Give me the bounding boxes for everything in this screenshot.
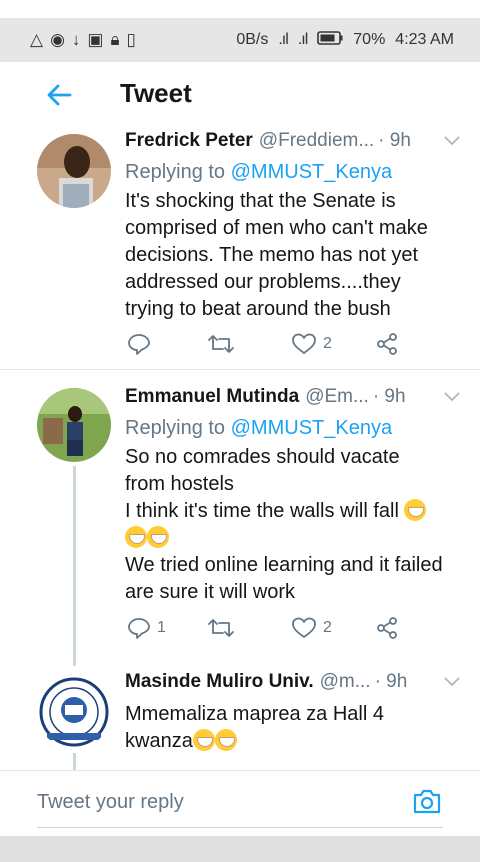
tweet-text: So no comrades should vacate from hostel…: [125, 444, 460, 606]
tweet-header: Fredrick Peter @Freddiem... · 9h: [125, 128, 460, 154]
page-title: Tweet: [120, 78, 192, 108]
grinning-sweat-emoji: [192, 729, 215, 751]
clock: 4:23 AM: [395, 31, 454, 48]
chevron-down-icon[interactable]: [444, 136, 460, 146]
signal-icon: .ıl: [278, 31, 289, 48]
tweet-text-part: Mmemaliza maprea za Hall 4 kwanza: [125, 703, 384, 752]
retweet-button[interactable]: [207, 616, 241, 640]
reply-button[interactable]: [127, 332, 157, 356]
author-handle: @Em...: [305, 386, 369, 407]
tweet-time: · 9h: [378, 130, 411, 151]
status-bar: △ ◉ ↓ ▣ 🔒︎ ▯ 0B/s .ıl .ıl 70% 4:23 AM: [0, 18, 480, 62]
lock-icon: 🔒︎: [110, 30, 121, 49]
camera-icon[interactable]: [412, 787, 442, 815]
network-speed: 0B/s: [236, 31, 269, 48]
grinning-sweat-emoji: [214, 729, 237, 751]
signal-3g-icon: .ıl: [297, 31, 309, 48]
back-arrow-icon[interactable]: [44, 80, 74, 110]
chevron-down-icon[interactable]: [444, 677, 460, 687]
share-button[interactable]: [375, 332, 399, 356]
battery-percent: 70%: [353, 31, 386, 48]
tweet-actions: 2: [125, 329, 405, 359]
grinning-sweat-emoji: [404, 499, 427, 521]
system-nav-bar: [0, 836, 480, 862]
grinning-sweat-emoji: [147, 526, 169, 548]
replying-to: Replying to @MMUST_Kenya: [125, 158, 460, 186]
tweet-item[interactable]: Masinde Muliro Univ. @m... · 9h Mmemaliz…: [0, 655, 480, 770]
author-handle: @Freddiem...: [258, 130, 375, 151]
status-icons: △ ◉ ↓ ▣ 🔒︎ ▯: [30, 30, 137, 50]
tweet-text: Mmemaliza maprea za Hall 4 kwanza: [125, 701, 460, 755]
author-name[interactable]: Fredrick Peter: [125, 130, 253, 152]
grinning-sweat-emoji: [125, 526, 147, 548]
avatar[interactable]: [37, 134, 111, 208]
replying-prefix: Replying to: [125, 417, 231, 439]
heart-icon: [292, 333, 316, 354]
heart-icon: [292, 617, 316, 638]
battery-saver-icon: ▯: [126, 30, 137, 49]
tweet-header: Emmanuel Mutinda @Em... · 9h: [125, 384, 460, 410]
thread-line: [73, 753, 76, 770]
share-button[interactable]: [375, 616, 399, 640]
share-icon: [377, 333, 397, 355]
avatar[interactable]: [37, 388, 111, 462]
reply-count: 1: [157, 619, 166, 636]
download-icon: ↓: [71, 30, 82, 49]
tweet-time: · 9h: [372, 386, 406, 407]
reply-composer: Tweet your reply: [0, 770, 480, 836]
chevron-down-icon[interactable]: [444, 392, 460, 402]
screenshot-icon: ▣: [87, 30, 105, 49]
like-button[interactable]: 2: [291, 616, 332, 640]
tweet-item[interactable]: Emmanuel Mutinda @Em... · 9h Replying to…: [0, 370, 480, 666]
like-button[interactable]: 2: [291, 332, 332, 356]
retweet-icon: [208, 619, 234, 637]
tweet-text-part: We tried online learning and it failed a…: [125, 554, 443, 603]
author-handle: @m...: [319, 671, 371, 692]
like-count: 2: [323, 335, 332, 352]
warning-icon: △: [30, 30, 45, 49]
avatar[interactable]: [37, 675, 111, 749]
vpn-icon: ◉: [50, 30, 66, 49]
thread-line: [73, 466, 76, 666]
replying-to: Replying to @MMUST_Kenya: [125, 414, 460, 442]
like-count: 2: [323, 619, 332, 636]
author-name[interactable]: Masinde Muliro Univ.: [125, 671, 314, 693]
retweet-button[interactable]: [207, 332, 241, 356]
mention-link[interactable]: @MMUST_Kenya: [231, 417, 392, 439]
app-header: Tweet: [0, 62, 480, 128]
reply-input-underline: [37, 827, 443, 828]
replying-prefix: Replying to: [125, 161, 231, 183]
tweet-text: It's shocking that the Senate is compris…: [125, 190, 428, 320]
battery-icon: [317, 30, 343, 50]
reply-button[interactable]: 1: [127, 616, 166, 640]
reply-icon: [128, 334, 150, 355]
tweet-actions: 1 2: [125, 613, 405, 643]
author-name[interactable]: Emmanuel Mutinda: [125, 386, 299, 408]
share-icon: [377, 617, 397, 639]
mention-link[interactable]: @MMUST_Kenya: [231, 161, 392, 183]
tweet-time: · 9h: [374, 671, 408, 692]
tweet-header: Masinde Muliro Univ. @m... · 9h: [125, 669, 460, 695]
tweet-item[interactable]: Fredrick Peter @Freddiem... · 9h Replyin…: [0, 128, 480, 369]
tweet-text-part: So no comrades should vacate from hostel…: [125, 446, 400, 522]
reply-icon: [128, 618, 150, 639]
retweet-icon: [208, 335, 234, 353]
reply-input[interactable]: Tweet your reply: [37, 791, 184, 814]
